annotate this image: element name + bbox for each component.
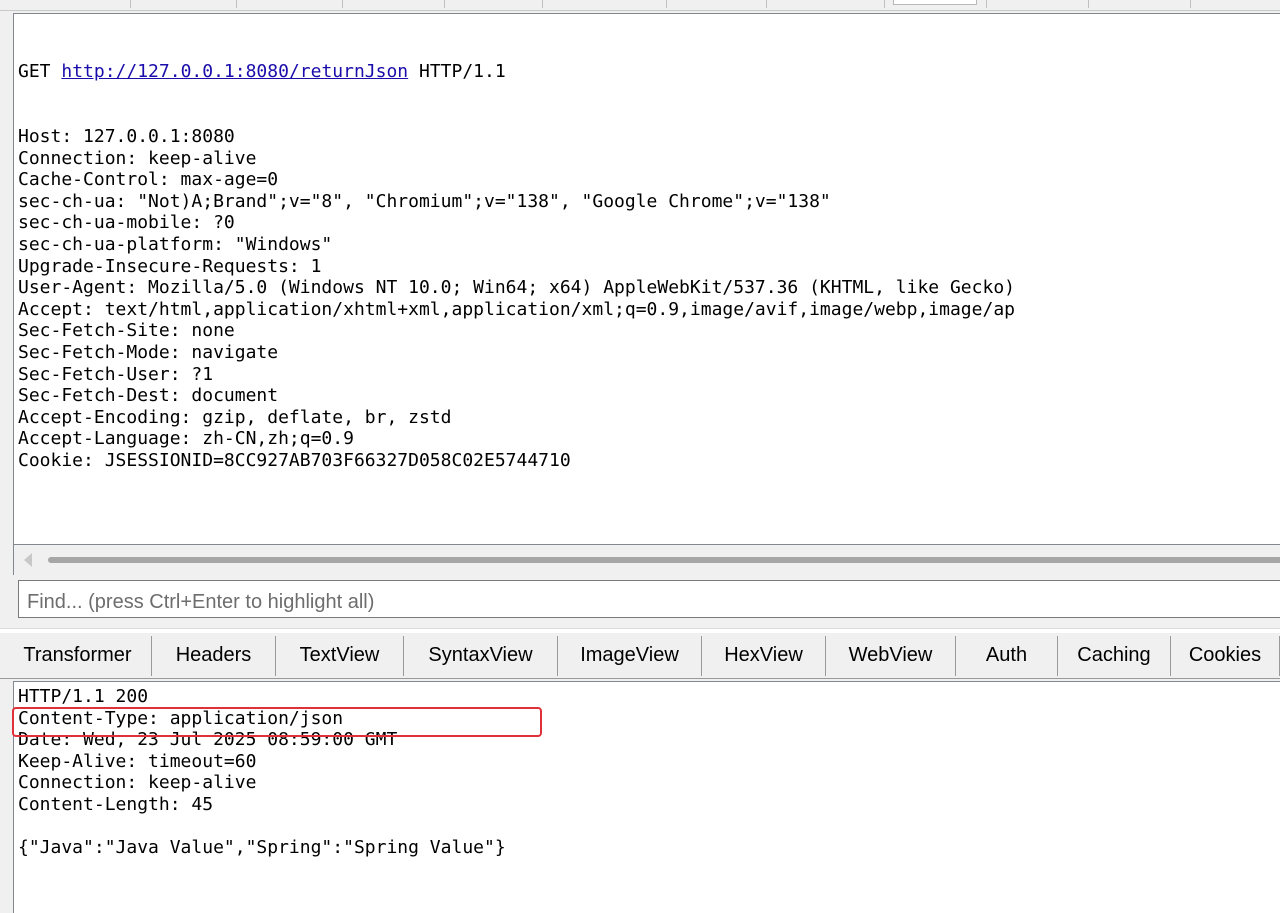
request-header-line: Accept-Language: zh-CN,zh;q=0.9 — [18, 428, 354, 450]
tab-cookies[interactable]: Cookies — [1171, 636, 1280, 676]
request-header-line: Cache-Control: max-age=0 — [18, 169, 279, 191]
request-header-line: Accept: text/html,application/xhtml+xml,… — [18, 298, 1015, 320]
request-header-line: Sec-Fetch-User: ?1 — [18, 363, 214, 385]
request-line: GET http://127.0.0.1:8080/returnJson HTT… — [18, 61, 1015, 83]
request-header-line: Sec-Fetch-Site: none — [18, 320, 235, 342]
request-header-line: sec-ch-ua-mobile: ?0 — [18, 212, 235, 234]
top-active-tab[interactable] — [893, 0, 977, 5]
request-header-line: Upgrade-Insecure-Requests: 1 — [18, 255, 322, 277]
request-header-line: User-Agent: Mozilla/5.0 (Windows NT 10.0… — [18, 277, 1015, 299]
pane-splitter[interactable] — [0, 628, 1280, 633]
scrollbar-thumb[interactable] — [48, 557, 1280, 563]
request-raw-view[interactable]: GET http://127.0.0.1:8080/returnJson HTT… — [13, 13, 1280, 545]
tab-divider — [666, 0, 667, 8]
request-header-line: Sec-Fetch-Dest: document — [18, 385, 279, 407]
tab-textview[interactable]: TextView — [276, 636, 404, 676]
find-input[interactable] — [18, 580, 1280, 618]
request-header-line: Cookie: JSESSIONID=8CC927AB703F66327D058… — [18, 449, 571, 471]
request-header-line: Connection: keep-alive — [18, 147, 257, 169]
response-body-line: {"Java":"Java Value","Spring":"Spring Va… — [18, 837, 506, 859]
tab-syntaxview[interactable]: SyntaxView — [404, 636, 558, 676]
response-header-line — [18, 816, 506, 838]
response-tab-bar: Transformer Headers TextView SyntaxView Imag… — [0, 634, 1280, 679]
tab-auth[interactable]: Auth — [956, 636, 1058, 676]
top-tab-strip — [0, 0, 1280, 11]
request-text: GET http://127.0.0.1:8080/returnJson HTT… — [18, 18, 1015, 471]
request-url-link[interactable]: http://127.0.0.1:8080/returnJson — [61, 61, 408, 82]
tab-divider — [766, 0, 767, 8]
tab-hexview[interactable]: HexView — [702, 636, 826, 676]
horizontal-scrollbar[interactable] — [13, 545, 1280, 575]
response-header-line: Content-Length: 45 — [18, 793, 214, 815]
content-type-highlight-box — [12, 707, 542, 737]
tab-divider — [1190, 0, 1191, 8]
request-method: GET — [18, 61, 51, 83]
request-header-line: sec-ch-ua-platform: "Windows" — [18, 233, 333, 255]
tab-caching[interactable]: Caching — [1058, 636, 1171, 676]
request-header-line: sec-ch-ua: "Not)A;Brand";v="8", "Chromiu… — [18, 190, 831, 212]
tab-headers[interactable]: Headers — [152, 636, 276, 676]
tab-webview[interactable]: WebView — [826, 636, 956, 676]
request-header-line: Accept-Encoding: gzip, deflate, br, zstd — [18, 406, 452, 428]
scroll-left-arrow-icon[interactable] — [24, 553, 32, 567]
tab-divider — [542, 0, 543, 8]
tab-divider — [342, 0, 343, 8]
request-header-line: Host: 127.0.0.1:8080 — [18, 125, 235, 147]
tab-divider — [130, 0, 131, 8]
tab-divider — [444, 0, 445, 8]
response-header-line: Connection: keep-alive — [18, 772, 257, 794]
tab-divider — [236, 0, 237, 8]
request-header-line: Sec-Fetch-Mode: navigate — [18, 341, 279, 363]
tab-imageview[interactable]: ImageView — [558, 636, 702, 676]
request-protocol: HTTP/1.1 — [418, 61, 506, 83]
response-header-line: HTTP/1.1 200 — [18, 686, 149, 707]
tab-transformer[interactable]: Transformer — [4, 636, 152, 676]
tab-divider — [884, 0, 885, 8]
tab-divider — [986, 0, 987, 8]
response-header-line: Keep-Alive: timeout=60 — [18, 750, 257, 772]
tab-divider — [1088, 0, 1089, 8]
